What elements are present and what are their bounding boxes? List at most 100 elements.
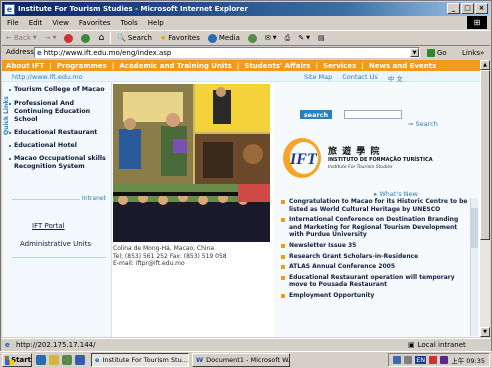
- ie-icon: e: [95, 356, 100, 364]
- sidebar-item-educational-restaurant[interactable]: Educational Restaurant: [9, 129, 110, 137]
- news-item[interactable]: ATLAS Annual Conference 2005: [280, 263, 470, 271]
- discuss-button[interactable]: ▤: [314, 34, 329, 42]
- menu-view[interactable]: View: [47, 19, 74, 27]
- site-search-input[interactable]: [344, 110, 402, 119]
- media-icon: [207, 33, 217, 43]
- intranet-zone-icon: ▣: [408, 341, 415, 349]
- toolbar: ← Back ▼ → ▼ ⌂ 🔍 Search ★ Favorites Medi…: [2, 30, 490, 46]
- menu-bar: File Edit View Favorites Tools Help: [2, 16, 490, 29]
- refresh-button[interactable]: [77, 33, 94, 43]
- contact-info: Colina de Mong-Há, Macao, China Tel: (85…: [113, 245, 273, 285]
- browser-window: e Institute For Tourism Studies - Micros…: [0, 0, 492, 368]
- news-item[interactable]: Newsletter Issue 35: [280, 242, 470, 250]
- contact-email[interactable]: E-mail: iftpr@ift.edu.mo: [113, 260, 273, 268]
- news-item[interactable]: Research Grant Scholars-in-Residence: [280, 253, 470, 261]
- address-dropdown-button[interactable]: ▼: [410, 48, 419, 57]
- window-title: Institute For Tourism Studies - Microsof…: [18, 5, 248, 13]
- close-button[interactable]: ×: [475, 3, 488, 14]
- ie-quicklaunch-icon[interactable]: [36, 355, 46, 365]
- ift-portal-link[interactable]: IFT Portal: [32, 222, 65, 230]
- address-label: Address: [6, 48, 34, 56]
- news-item[interactable]: International Conference on Destination …: [280, 216, 470, 239]
- sidebar-item-pce-school[interactable]: Professional And Continuing Education Sc…: [9, 100, 110, 124]
- site-search-button[interactable]: search: [300, 110, 332, 119]
- back-button[interactable]: ← Back ▼: [2, 34, 41, 42]
- menu-help[interactable]: Help: [143, 19, 169, 27]
- site-nav: About IFT | Programmes | Academic and Trai…: [2, 60, 480, 71]
- home-button[interactable]: ⌂: [94, 33, 108, 43]
- quick-links-label: Quick Links: [3, 96, 10, 136]
- logo-chinese-name: 旅 遊 學 院: [328, 147, 381, 157]
- windows-flag-icon: [5, 355, 15, 365]
- svg-text:IFT: IFT: [289, 151, 318, 168]
- menu-favorites[interactable]: Favorites: [74, 19, 116, 27]
- history-button[interactable]: [244, 33, 261, 43]
- volume-icon[interactable]: [404, 356, 413, 364]
- news-item[interactable]: Employment Opportunity: [280, 292, 470, 300]
- whats-new-heading: ▸ What's New: [374, 190, 418, 198]
- start-button[interactable]: Start: [2, 353, 32, 367]
- task-word-window[interactable]: W Document1 - Microsoft W...: [192, 353, 290, 367]
- refresh-icon: [81, 33, 91, 43]
- scroll-thumb[interactable]: [480, 70, 490, 240]
- menu-edit[interactable]: Edit: [24, 19, 48, 27]
- stop-button[interactable]: [60, 33, 77, 43]
- right-pane: search ⇒ Search IFT 旅 遊 學 院 INSTITUTO DE…: [274, 82, 480, 337]
- print-button[interactable]: ⎙: [281, 34, 295, 43]
- site-url-text: http://www.ift.edu.mo: [12, 73, 83, 81]
- home-icon: ⌂: [98, 33, 105, 43]
- scroll-up-button[interactable]: ▲: [480, 60, 490, 70]
- star-icon: ★: [159, 34, 167, 42]
- minimize-button[interactable]: _: [447, 3, 460, 14]
- favorites-button[interactable]: ★ Favorites: [156, 34, 204, 42]
- news-item[interactable]: Educational Restaurant operation will te…: [280, 274, 470, 289]
- intranet-label: Intranet: [80, 195, 108, 202]
- scroll-down-button[interactable]: ▼: [480, 327, 490, 337]
- network-icon[interactable]: [393, 356, 402, 364]
- menu-tools[interactable]: Tools: [116, 19, 143, 27]
- status-page-icon: e: [5, 341, 10, 349]
- page-scrollbar[interactable]: ▲ ▼: [480, 60, 490, 337]
- ime-icon[interactable]: [429, 356, 438, 364]
- title-bar: e Institute For Tourism Studies - Micros…: [2, 2, 490, 16]
- chevron-down-icon: ▼: [52, 35, 57, 41]
- nav-students-affairs[interactable]: Students' Affairs: [240, 62, 314, 70]
- language-indicator[interactable]: EN: [415, 356, 427, 364]
- sidebar-item-educational-hotel[interactable]: Educational Hotel: [9, 142, 110, 150]
- nav-news-events[interactable]: News and Events: [365, 62, 440, 70]
- desktop-quicklaunch-icon[interactable]: [62, 355, 72, 365]
- news-scrollbar[interactable]: [470, 198, 478, 336]
- search-link[interactable]: ⇒ Search: [408, 120, 438, 128]
- media-button[interactable]: Media: [204, 33, 244, 43]
- mail-button[interactable]: ✉ ▼: [261, 34, 281, 42]
- edit-button[interactable]: ✎ ▼: [294, 34, 314, 42]
- go-button[interactable]: Go: [427, 46, 447, 59]
- word-quicklaunch-icon[interactable]: [75, 355, 85, 365]
- ie-page-icon: e: [37, 48, 42, 57]
- nav-academic-units[interactable]: Academic and Training Units: [115, 62, 235, 70]
- windows-logo-icon: ⊞: [467, 16, 487, 29]
- mail-quicklaunch-icon[interactable]: [49, 355, 59, 365]
- search-button[interactable]: 🔍 Search: [113, 34, 156, 42]
- nav-about-ift[interactable]: About IFT: [2, 62, 48, 70]
- administrative-units-link[interactable]: Administrative Units: [20, 240, 91, 248]
- forward-button[interactable]: → ▼: [41, 34, 61, 42]
- logo-english-name: Institute For Tourism Studies: [328, 165, 393, 170]
- quick-launch: [36, 355, 85, 365]
- nav-programmes[interactable]: Programmes: [53, 62, 111, 70]
- address-input[interactable]: e http://www.ift.edu.mo/eng/index.asp ▼: [34, 47, 420, 58]
- links-button[interactable]: Links »: [462, 46, 484, 59]
- chevron-down-icon: ▼: [32, 35, 37, 41]
- maximize-button[interactable]: □: [461, 3, 474, 14]
- antivirus-icon[interactable]: [440, 356, 449, 364]
- news-item[interactable]: Congratulation to Macao for its Historic…: [280, 198, 470, 213]
- menu-file[interactable]: File: [2, 19, 24, 27]
- news-scroll-thumb[interactable]: [471, 208, 478, 248]
- clock: 上午 09:35: [451, 357, 485, 365]
- nav-services[interactable]: Services: [319, 62, 360, 70]
- sidebar-item-skills-recognition[interactable]: Macao Occupational skills Recognition Sy…: [9, 155, 110, 171]
- logo-portuguese-name: INSTITUTO DE FORMAÇÃO TURÍSTICA: [328, 157, 433, 163]
- sidebar: Quick Links Tourism College of Macao Pro…: [2, 82, 112, 337]
- task-ie-window[interactable]: e Institute For Tourism Stu...: [91, 353, 189, 367]
- sidebar-item-tourism-college[interactable]: Tourism College of Macao: [9, 86, 110, 94]
